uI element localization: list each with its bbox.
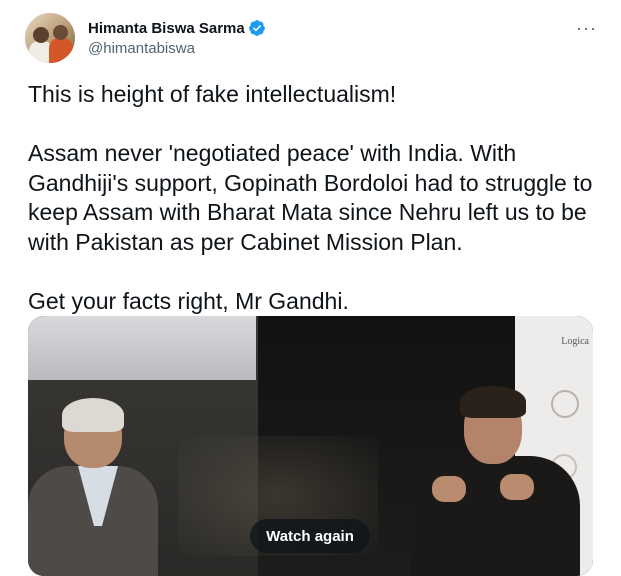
verified-badge-icon bbox=[248, 20, 265, 36]
tweet-video[interactable]: Logica Watch again bbox=[28, 316, 593, 576]
avatar-figure bbox=[49, 38, 73, 63]
author-handle[interactable]: @himantabiswa bbox=[88, 40, 195, 57]
banner-logo-text: Logica bbox=[561, 336, 589, 347]
tweet-header: Himanta Biswa Sarma @himantabiswa ··· bbox=[25, 13, 605, 63]
author-name[interactable]: Himanta Biswa Sarma bbox=[88, 20, 245, 37]
author-name-row: Himanta Biswa Sarma bbox=[88, 19, 266, 37]
tweet-card: Himanta Biswa Sarma @himantabiswa ··· Th… bbox=[0, 0, 621, 576]
video-person-left-hair bbox=[62, 398, 124, 432]
tweet-text: This is height of fake intellectualism! … bbox=[28, 81, 593, 314]
avatar-figure-head bbox=[33, 27, 49, 43]
watch-again-button[interactable]: Watch again bbox=[250, 519, 370, 553]
banner-emblem bbox=[551, 390, 579, 418]
avatar-figure-head bbox=[53, 25, 68, 40]
video-person-right-hair bbox=[460, 386, 526, 418]
avatar[interactable] bbox=[25, 13, 75, 63]
video-person-right-hand bbox=[500, 474, 534, 500]
video-frame-screen bbox=[28, 316, 256, 380]
video-person-right bbox=[410, 456, 580, 576]
more-options-icon[interactable]: ··· bbox=[576, 19, 597, 37]
video-person-right-hand bbox=[432, 476, 466, 502]
